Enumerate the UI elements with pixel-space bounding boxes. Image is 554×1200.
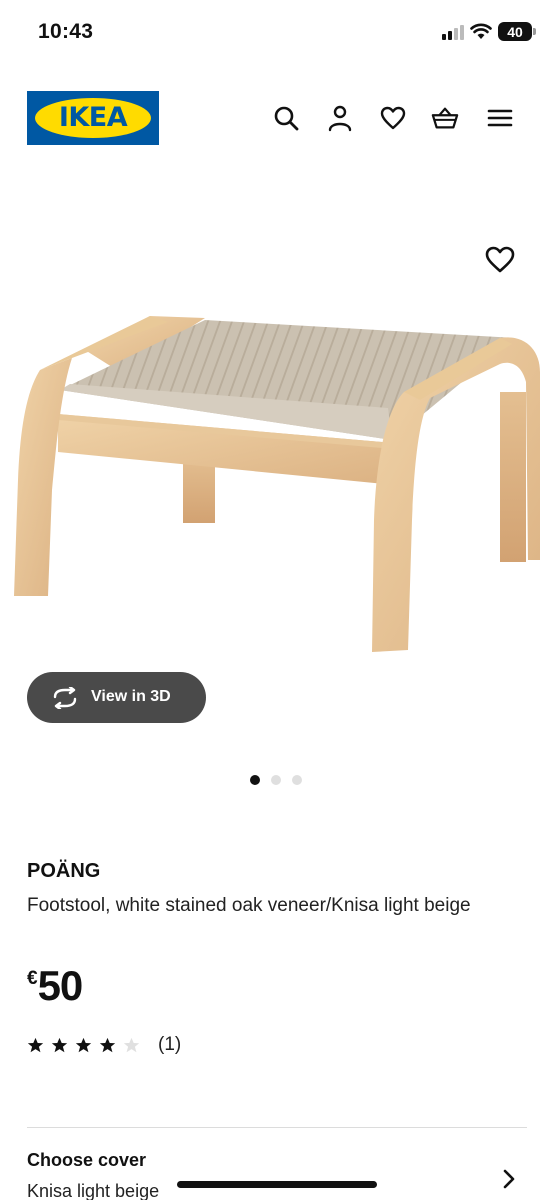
status-icons: 40 [442, 22, 536, 41]
battery-icon: 40 [498, 22, 536, 41]
view-in-3d-label: View in 3D [91, 688, 171, 705]
logo-text: IKEA [58, 102, 128, 133]
menu-icon[interactable] [486, 104, 514, 132]
battery-level: 40 [507, 23, 523, 40]
home-indicator[interactable] [177, 1181, 377, 1188]
view-in-3d-button[interactable]: View in 3D [27, 672, 206, 723]
signal-icon [442, 24, 464, 40]
gallery-dot[interactable] [292, 775, 302, 785]
product-rating[interactable]: (1) [27, 1034, 181, 1056]
selected-cover[interactable]: Knisa light beige [27, 1181, 159, 1200]
gallery-pagination [250, 775, 302, 785]
product-price: € 50 [27, 962, 84, 1010]
status-time: 10:43 [38, 20, 94, 43]
heart-icon[interactable] [379, 104, 407, 132]
star-filled-icon [51, 1037, 68, 1052]
rotate-3d-icon [53, 687, 77, 709]
divider [27, 1127, 527, 1128]
star-empty-icon [123, 1037, 140, 1052]
status-bar: 10:43 40 [0, 0, 554, 66]
product-name: POÄNG [27, 860, 101, 882]
product-image[interactable] [0, 230, 554, 670]
star-filled-icon [75, 1037, 92, 1052]
add-to-favourites-button[interactable] [484, 244, 516, 274]
star-filled-icon [99, 1037, 116, 1052]
review-count: (1) [158, 1034, 182, 1055]
price-currency: € [27, 968, 38, 989]
gallery-dot[interactable] [271, 775, 281, 785]
chevron-right-icon[interactable] [502, 1168, 516, 1190]
gallery-dot[interactable] [250, 775, 260, 785]
star-filled-icon [27, 1037, 44, 1052]
product-description: Footstool, white stained oak veneer/Knis… [27, 895, 471, 916]
basket-icon[interactable] [431, 104, 459, 132]
price-value: 50 [37, 962, 84, 1009]
search-icon[interactable] [272, 104, 300, 132]
choose-cover-title[interactable]: Choose cover [27, 1150, 146, 1171]
user-icon[interactable] [326, 104, 354, 132]
header: IKEA [0, 88, 554, 148]
ikea-logo[interactable]: IKEA [27, 91, 159, 145]
wifi-icon [470, 23, 492, 39]
